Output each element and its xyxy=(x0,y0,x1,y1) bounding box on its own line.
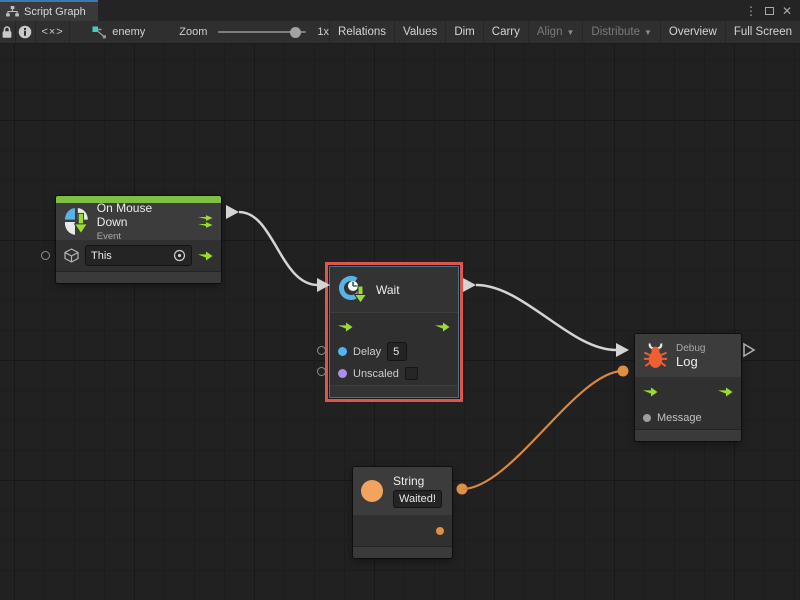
node-title: Wait xyxy=(376,283,400,297)
node-footer xyxy=(635,429,741,441)
align-button[interactable]: Align▼ xyxy=(528,21,583,43)
chevron-down-icon: ▼ xyxy=(566,28,574,37)
node-header: Wait xyxy=(330,267,458,312)
node-wait-selection-outline: Wait Delay 5 Unscaled xyxy=(325,262,463,402)
tab-bar: Script Graph ⋮ ✕ xyxy=(0,0,800,21)
lock-icon xyxy=(1,25,13,39)
tab-script-graph[interactable]: Script Graph xyxy=(0,0,98,21)
node-title: On Mouse Down xyxy=(97,201,182,229)
target-input-port[interactable] xyxy=(41,251,50,260)
window-close-icon[interactable]: ✕ xyxy=(782,5,792,17)
message-label: Message xyxy=(657,412,702,424)
window-maximize-icon[interactable] xyxy=(765,7,774,15)
info-button[interactable] xyxy=(16,21,36,43)
dim-button[interactable]: Dim xyxy=(445,21,482,43)
node-on-mouse-down[interactable]: On Mouse Down Event This xyxy=(56,196,221,283)
node-footer xyxy=(330,385,458,397)
unscaled-checkbox[interactable] xyxy=(405,367,418,380)
node-header: On Mouse Down Event xyxy=(56,203,221,240)
relations-button[interactable]: Relations xyxy=(329,21,394,43)
string-type-icon xyxy=(361,480,383,502)
zoom-slider[interactable] xyxy=(218,31,306,33)
zoom-value: 1x xyxy=(317,26,329,38)
values-button[interactable]: Values xyxy=(394,21,445,43)
trigger-input-icon[interactable] xyxy=(643,387,658,397)
toolbar-buttons: Relations Values Dim Carry Align▼ Distri… xyxy=(329,21,800,43)
unscaled-port-dot[interactable] xyxy=(338,369,347,378)
delay-external-port[interactable] xyxy=(317,346,326,355)
target-field[interactable]: This xyxy=(85,245,192,266)
graph-canvas[interactable]: On Mouse Down Event This xyxy=(0,44,800,600)
bug-icon xyxy=(643,342,668,370)
window-menu-icon[interactable]: ⋮ xyxy=(745,5,757,17)
trigger-output-double-icon[interactable] xyxy=(198,215,213,228)
carry-button[interactable]: Carry xyxy=(483,21,528,43)
graph-name: enemy xyxy=(112,26,145,38)
trigger-input-icon[interactable] xyxy=(338,322,353,332)
distribute-button[interactable]: Distribute▼ xyxy=(582,21,660,43)
node-category: Debug xyxy=(676,343,705,354)
script-graph-window: Script Graph ⋮ ✕ <×> xyxy=(0,0,800,600)
trigger-output-icon[interactable] xyxy=(718,387,733,397)
string-value-field[interactable]: Waited! xyxy=(393,490,442,508)
node-debug-log[interactable]: Debug Log Message xyxy=(635,334,741,441)
trigger-output-icon[interactable] xyxy=(198,251,213,261)
graph-toolbar: <×> enemy Zoom 1x Relations Values Dim C… xyxy=(0,21,800,44)
mouse-down-icon xyxy=(64,207,89,236)
tab-title: Script Graph xyxy=(24,6,86,18)
output-port-row xyxy=(353,515,452,546)
gameobject-cube-icon xyxy=(64,248,79,263)
node-header: Debug Log xyxy=(635,334,741,377)
trigger-output-icon[interactable] xyxy=(435,322,450,332)
zoom-slider-knob[interactable] xyxy=(290,27,301,38)
delay-value-field[interactable]: 5 xyxy=(387,342,407,361)
unscaled-port-row: Unscaled xyxy=(330,362,458,385)
trigger-row xyxy=(330,313,458,341)
zoom-control: Zoom 1x xyxy=(179,21,329,43)
lock-button[interactable] xyxy=(0,21,16,43)
target-port-row: This xyxy=(56,240,221,271)
string-output-dot[interactable] xyxy=(436,527,444,535)
node-string[interactable]: String Waited! xyxy=(353,467,452,558)
node-title: Log xyxy=(676,354,705,369)
graph-hierarchy-icon xyxy=(6,6,19,17)
graph-asset-icon xyxy=(92,26,107,39)
wait-clock-icon xyxy=(338,275,368,305)
full-screen-button[interactable]: Full Screen xyxy=(725,21,800,43)
chevron-down-icon: ▼ xyxy=(644,28,652,37)
node-footer xyxy=(56,271,221,283)
overview-button[interactable]: Overview xyxy=(660,21,725,43)
message-port-dot[interactable] xyxy=(643,414,651,422)
unscaled-label: Unscaled xyxy=(353,368,399,380)
message-port-row: Message xyxy=(635,406,741,429)
object-picker-icon[interactable] xyxy=(173,249,186,262)
graph-reference[interactable]: enemy xyxy=(92,21,145,43)
node-wait[interactable]: Wait Delay 5 Unscaled xyxy=(329,266,459,398)
node-header: String Waited! xyxy=(353,467,452,515)
window-controls: ⋮ ✕ xyxy=(745,0,800,21)
delay-label: Delay xyxy=(353,346,381,358)
code-view-button[interactable]: <×> xyxy=(36,21,70,43)
unscaled-external-port[interactable] xyxy=(317,367,326,376)
delay-port-row: Delay 5 xyxy=(330,341,458,362)
node-title: String xyxy=(393,474,442,488)
delay-port-dot[interactable] xyxy=(338,347,347,356)
zoom-label: Zoom xyxy=(179,26,207,38)
code-icon: <×> xyxy=(41,26,63,38)
node-footer xyxy=(353,546,452,558)
info-icon xyxy=(18,25,32,39)
trigger-row xyxy=(635,377,741,406)
